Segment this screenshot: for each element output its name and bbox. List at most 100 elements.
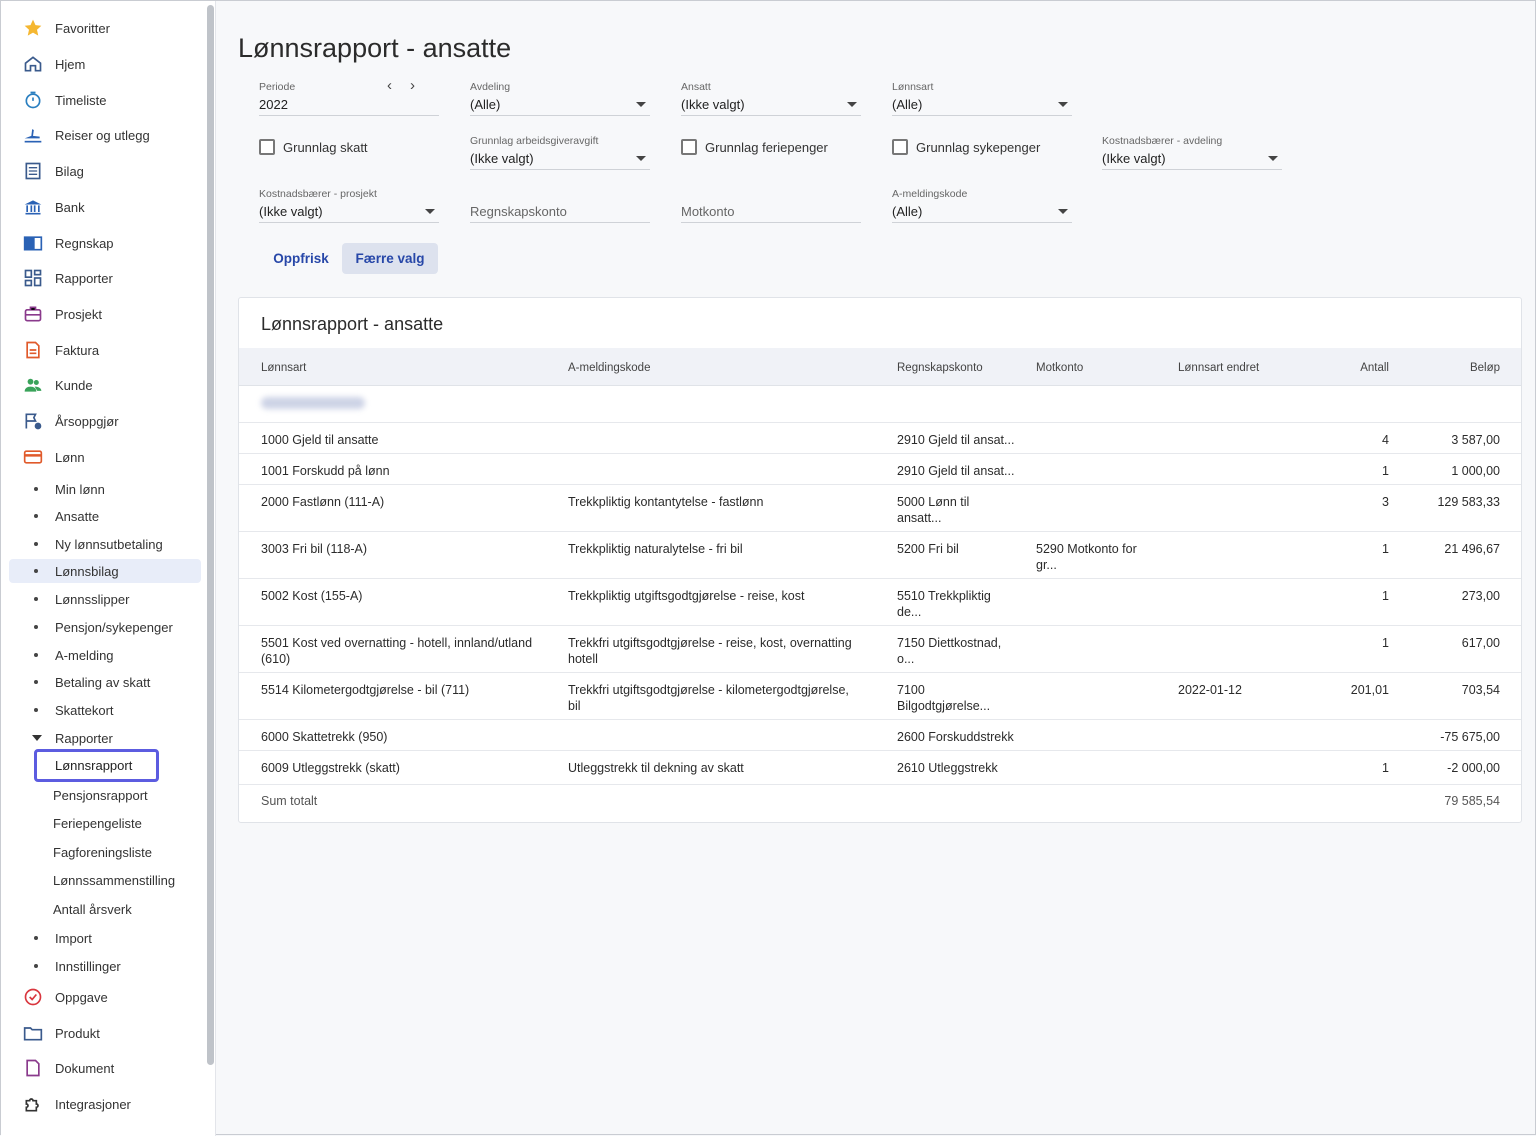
avdeling-select[interactable]: Avdeling (Alle) — [470, 81, 650, 116]
col-header-antall[interactable]: Antall — [1289, 362, 1389, 374]
chevron-right-icon[interactable]: › — [410, 77, 415, 94]
sidebar-sub-lonnsslipper[interactable]: Lønnsslipper — [9, 587, 201, 611]
sidebar-item-oppgave[interactable]: Oppgave — [21, 983, 201, 1011]
sidebar-item-label: Kunde — [55, 377, 93, 393]
col-header-regnskapskonto[interactable]: Regnskapskonto — [897, 362, 983, 374]
kostnad-avdeling-value[interactable]: (Ikke valgt) — [1102, 148, 1282, 170]
sidebar-item-integrasjoner[interactable]: Integrasjoner — [21, 1090, 201, 1118]
col-header-lonnsart[interactable]: Lønnsart — [261, 362, 306, 374]
col-header-belop[interactable]: Beløp — [1399, 362, 1500, 374]
sidebar-sub-lonnsbilag[interactable]: Lønnsbilag — [9, 559, 201, 583]
table-row[interactable]: 1000 Gjeld til ansatte 2910 Gjeld til ans… — [239, 423, 1521, 454]
folder-icon — [21, 1021, 45, 1045]
sidebar-report-feriepengeliste[interactable]: Feriepengeliste — [53, 812, 142, 834]
grunnlag-skatt-label: Grunnlag skatt — [283, 139, 368, 155]
grunnlag-aga-select[interactable]: Grunnlag arbeidsgiveravgift (Ikke valgt) — [470, 135, 650, 170]
table-row[interactable]: 6009 Utleggstrekk (skatt) Utleggstrekk ti… — [239, 751, 1521, 785]
kostnad-prosjekt-value[interactable]: (Ikke valgt) — [259, 201, 439, 223]
grunnlag-sykepenger-checkbox[interactable]: Grunnlag sykepenger — [892, 139, 1040, 155]
ansatt-value[interactable]: (Ikke valgt) — [681, 94, 861, 116]
sidebar-item-faktura[interactable]: Faktura — [21, 336, 201, 364]
check-circle-icon — [21, 985, 45, 1009]
sidebar-report-antall-arsverk[interactable]: Antall årsverk — [53, 898, 132, 920]
sidebar-item-arsoppgjor[interactable]: Årsoppgjør — [21, 407, 201, 435]
regnskapskonto-placeholder[interactable]: Regnskapskonto — [470, 201, 650, 223]
checkbox-box[interactable] — [259, 139, 275, 155]
fewer-options-button[interactable]: Færre valg — [342, 243, 438, 274]
kostnad-avdeling-select[interactable]: Kostnadsbærer - avdeling (Ikke valgt) — [1102, 135, 1282, 170]
sidebar-item-favoritter[interactable]: Favoritter — [21, 14, 201, 42]
cell-belop: 21 496,67 — [1444, 542, 1500, 556]
refresh-button[interactable]: Oppfrisk — [263, 243, 339, 274]
grunnlag-skatt-checkbox[interactable]: Grunnlag skatt — [259, 139, 368, 155]
sidebar-item-kunde[interactable]: Kunde — [21, 371, 201, 399]
sidebar-sub-innstillinger[interactable]: Innstillinger — [9, 954, 201, 978]
bullet-icon — [34, 936, 38, 940]
motkonto-input[interactable]: Motkonto — [681, 188, 861, 223]
a-meldingskode-select[interactable]: A-meldingskode (Alle) — [892, 188, 1072, 223]
cell-lonnsart: 5501 Kost ved overnatting - hotell, innl… — [261, 636, 533, 666]
grunnlag-aga-value[interactable]: (Ikke valgt) — [470, 148, 650, 170]
sidebar-item-regnskap[interactable]: Regnskap — [21, 229, 201, 257]
sidebar-report-lonnssammenstilling[interactable]: Lønnssammenstilling — [53, 869, 175, 891]
table-row[interactable]: 1001 Forskudd på lønn 2910 Gjeld til ansa… — [239, 454, 1521, 485]
sidebar-sub-pensjon[interactable]: Pensjon/sykepenger — [9, 615, 201, 639]
sidebar-sub-min-lonn[interactable]: Min lønn — [9, 477, 201, 501]
report-title: Lønnsrapport - ansatte — [261, 314, 444, 334]
sidebar-sub-import[interactable]: Import — [9, 926, 201, 950]
lonnsart-value[interactable]: (Alle) — [892, 94, 1072, 116]
lonnsart-select[interactable]: Lønnsart (Alle) — [892, 81, 1072, 116]
table-row[interactable]: 6000 Skattetrekk (950) 2600 Forskuddstrek… — [239, 720, 1521, 751]
grunnlag-feriepenger-checkbox[interactable]: Grunnlag feriepenger — [681, 139, 828, 155]
regnskapskonto-input[interactable]: Regnskapskonto — [470, 188, 650, 223]
sidebar-item-rapporter[interactable]: Rapporter — [21, 264, 201, 292]
sidebar-item-bank[interactable]: Bank — [21, 193, 201, 221]
sidebar-item-prosjekt[interactable]: Prosjekt — [21, 300, 201, 328]
table-row[interactable]: 3003 Fri bil (118-A) Trekkpliktig natural… — [239, 532, 1521, 579]
file-icon — [21, 1056, 45, 1080]
sidebar-sub-label: Innstillinger — [55, 958, 121, 974]
sidebar-item-produkt[interactable]: Produkt — [21, 1019, 201, 1047]
checkbox-box[interactable] — [681, 139, 697, 155]
sidebar-item-dokument[interactable]: Dokument — [21, 1054, 201, 1082]
sidebar-item-reiser[interactable]: Reiser og utlegg — [21, 121, 201, 149]
sidebar-sub-betaling-av-skatt[interactable]: Betaling av skatt — [9, 670, 201, 694]
dropdown-arrow-icon — [1058, 209, 1068, 214]
chevron-left-icon[interactable]: ‹ — [387, 77, 392, 94]
cell-belop: 1 000,00 — [1451, 464, 1500, 478]
sidebar: Favoritter Hjem Timeliste Reiser og utle… — [1, 1, 216, 1136]
kostnad-prosjekt-select[interactable]: Kostnadsbærer - prosjekt (Ikke valgt) — [259, 188, 439, 223]
sidebar-report-pensjonsrapport[interactable]: Pensjonsrapport — [53, 784, 148, 806]
sidebar-item-timeliste[interactable]: Timeliste — [21, 86, 201, 114]
table-row[interactable]: 5501 Kost ved overnatting - hotell, innl… — [239, 626, 1521, 673]
sidebar-sub-ansatte[interactable]: Ansatte — [9, 504, 201, 528]
sidebar-sub-a-melding[interactable]: A-melding — [9, 643, 201, 667]
sidebar-item-bilag[interactable]: Bilag — [21, 157, 201, 185]
col-header-lonnsart-endret[interactable]: Lønnsart endret — [1178, 362, 1259, 374]
cell-lonnsart: 1000 Gjeld til ansatte — [261, 433, 379, 447]
sidebar-sub-skattekort[interactable]: Skattekort — [9, 698, 201, 722]
sidebar-item-hjem[interactable]: Hjem — [21, 50, 201, 78]
table-row[interactable]: 5514 Kilometergodtgjørelse - bil (711) Tr… — [239, 673, 1521, 720]
sidebar-sub-ny-lonnsutbetaling[interactable]: Ny lønnsutbetaling — [9, 532, 201, 556]
table-row[interactable]: 5002 Kost (155-A) Trekkpliktig utgiftsgod… — [239, 579, 1521, 626]
ansatt-select[interactable]: Ansatt (Ikke valgt) — [681, 81, 861, 116]
kostnad-prosjekt-text: (Ikke valgt) — [259, 204, 323, 219]
sidebar-report-lonnsrapport[interactable]: Lønnsrapport — [34, 749, 159, 782]
cell-belop: 129 583,33 — [1437, 495, 1500, 509]
cell-regnskapskonto: 7150 Diettkostnad, o... — [897, 636, 1002, 666]
col-header-motkonto[interactable]: Motkonto — [1036, 362, 1083, 374]
checkbox-box[interactable] — [892, 139, 908, 155]
sidebar-item-label: Regnskap — [55, 235, 114, 251]
sidebar-item-lonn[interactable]: Lønn — [21, 443, 201, 471]
motkonto-placeholder[interactable]: Motkonto — [681, 201, 861, 223]
table-row[interactable]: 2000 Fastlønn (111-A) Trekkpliktig kontan… — [239, 485, 1521, 532]
sidebar-report-fagforeningsliste[interactable]: Fagforeningsliste — [53, 841, 152, 863]
sidebar-report-label: Fagforeningsliste — [53, 844, 152, 860]
avdeling-value[interactable]: (Alle) — [470, 94, 650, 116]
a-meldingskode-value[interactable]: (Alle) — [892, 201, 1072, 223]
periode-value[interactable]: 2022 — [259, 94, 439, 116]
sidebar-scrollbar[interactable] — [207, 5, 214, 1065]
sidebar-sub-rapporter[interactable]: Rapporter — [9, 726, 201, 750]
col-header-a-meldingskode[interactable]: A-meldingskode — [568, 362, 650, 374]
